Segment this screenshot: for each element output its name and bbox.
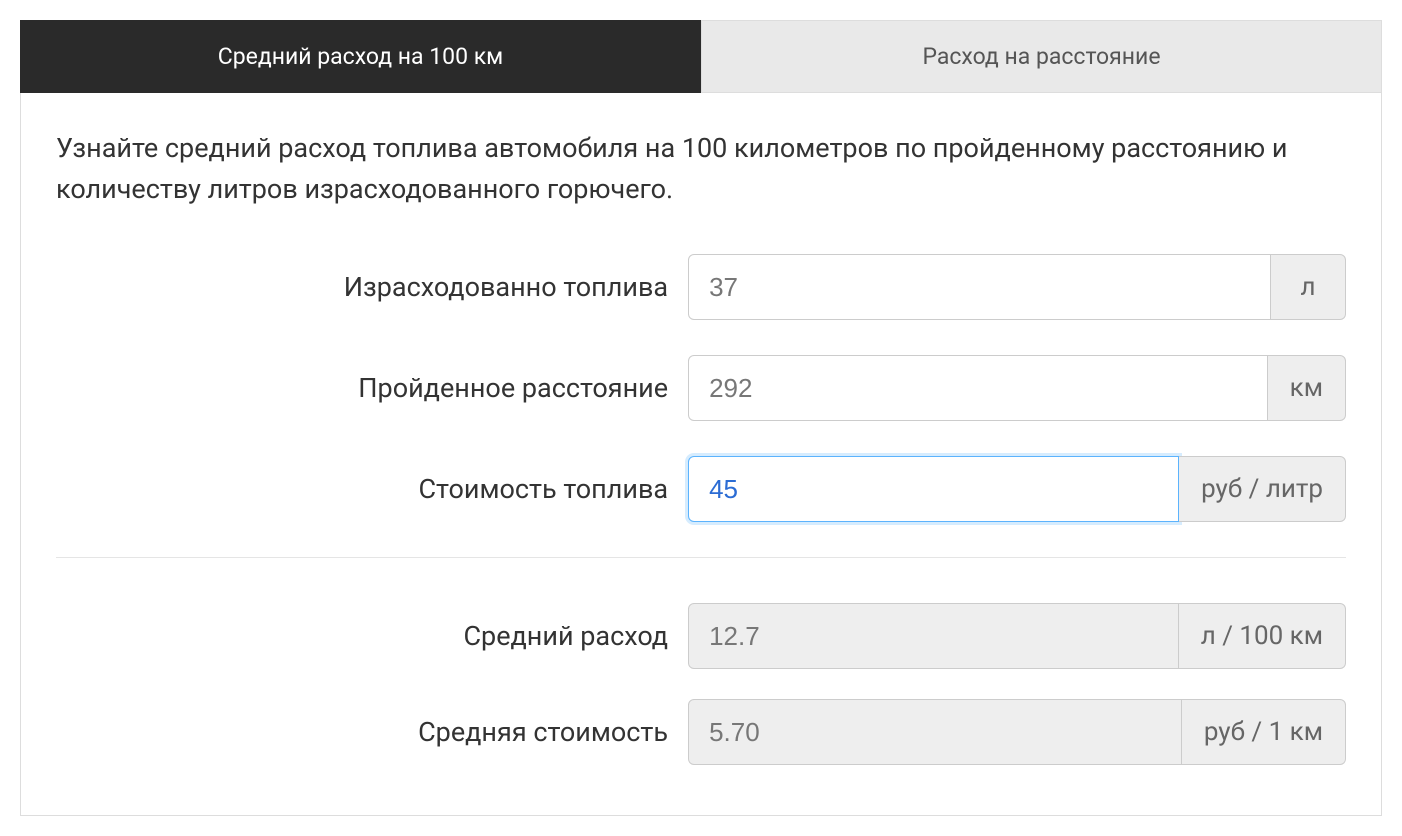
content-panel: Узнайте средний расход топлива автомобил… — [20, 93, 1382, 816]
distance-unit: км — [1268, 355, 1346, 421]
fuel-cost-input[interactable] — [688, 456, 1179, 522]
divider — [56, 557, 1346, 558]
tab-avg-consumption[interactable]: Средний расход на 100 км — [20, 20, 701, 93]
fuel-cost-label: Стоимость топлива — [56, 473, 688, 505]
avg-consumption-label: Средний расход — [56, 620, 688, 652]
fuel-used-unit: л — [1271, 254, 1346, 320]
fuel-used-input[interactable] — [688, 254, 1271, 320]
description-text: Узнайте средний расход топлива автомобил… — [56, 128, 1346, 209]
fuel-used-label: Израсходованно топлива — [56, 271, 688, 303]
tab-distance-consumption[interactable]: Расход на расстояние — [701, 20, 1382, 93]
fuel-cost-unit: руб / литр — [1179, 456, 1346, 522]
avg-consumption-unit: л / 100 км — [1179, 603, 1346, 669]
avg-consumption-output — [688, 603, 1179, 669]
avg-cost-label: Средняя стоимость — [56, 716, 688, 748]
avg-cost-output — [688, 699, 1182, 765]
distance-label: Пройденное расстояние — [56, 372, 688, 404]
tab-bar: Средний расход на 100 км Расход на расст… — [20, 20, 1382, 93]
avg-cost-unit: руб / 1 км — [1182, 699, 1346, 765]
distance-input[interactable] — [688, 355, 1268, 421]
